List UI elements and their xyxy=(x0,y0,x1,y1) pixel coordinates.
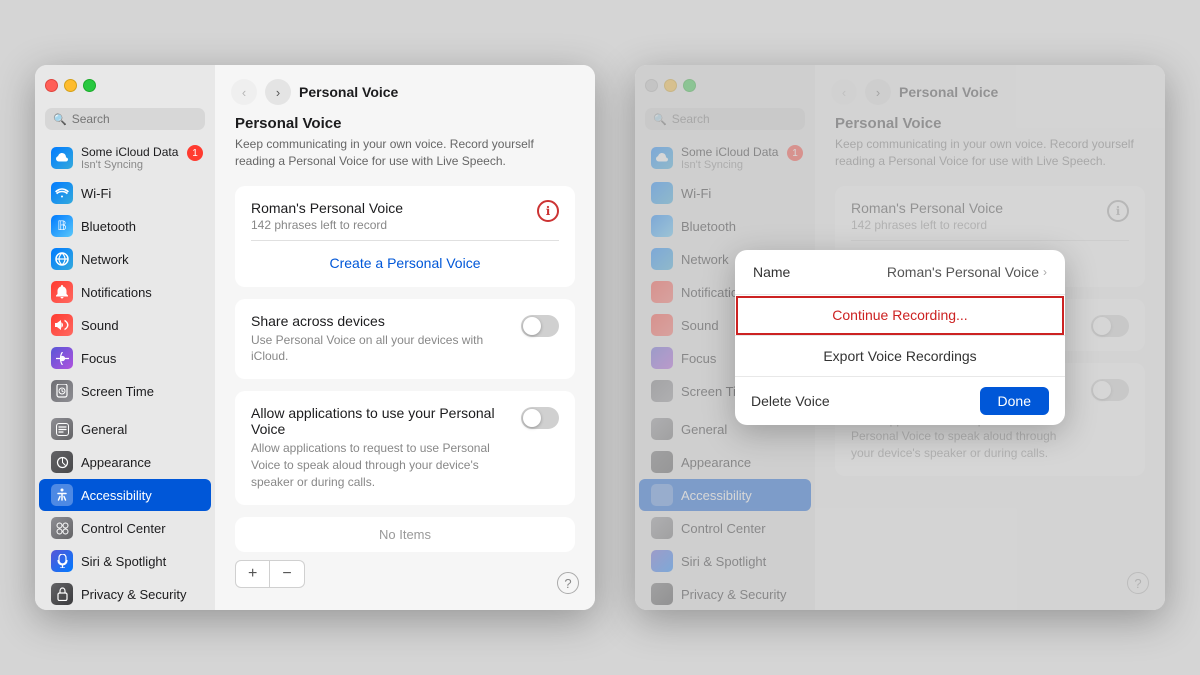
allow-label: Allow applications to use your Personal … xyxy=(251,405,505,437)
controlcenter-icon xyxy=(51,517,73,539)
share-toggle-row: Share across devices Use Personal Voice … xyxy=(251,313,559,366)
window-title-left: Personal Voice xyxy=(299,84,398,100)
bluetooth-label: Bluetooth xyxy=(81,219,136,234)
voice-card-left: Roman's Personal Voice 142 phrases left … xyxy=(235,186,575,287)
allow-text: Allow applications to use your Personal … xyxy=(251,405,505,490)
allow-toggle-row: Allow applications to use your Personal … xyxy=(251,405,559,490)
section-title-left: Personal Voice xyxy=(235,115,575,132)
share-desc: Use Personal Voice on all your devices w… xyxy=(251,332,505,366)
wifi-icon xyxy=(51,182,73,204)
voice-info-left: Roman's Personal Voice 142 phrases left … xyxy=(251,200,403,232)
sidebar-item-appearance[interactable]: Appearance xyxy=(39,446,211,478)
sidebar-item-icloud[interactable]: Some iCloud Data Isn't Syncing 1 xyxy=(39,140,211,176)
export-recordings-btn[interactable]: Export Voice Recordings xyxy=(735,336,1065,377)
share-label: Share across devices xyxy=(251,313,505,329)
notifications-label: Notifications xyxy=(81,285,152,300)
icloud-sub: Isn't Syncing xyxy=(81,159,178,171)
back-button-left[interactable]: ‹ xyxy=(231,79,257,105)
dialog-overlay: Name Roman's Personal Voice › Continue R… xyxy=(635,65,1165,610)
siri-label: Siri & Spotlight xyxy=(81,554,166,569)
privacy-icon xyxy=(51,583,73,605)
search-box-left[interactable]: 🔍 xyxy=(45,108,205,130)
traffic-light-green[interactable] xyxy=(83,79,96,92)
icloud-text: Some iCloud Data Isn't Syncing xyxy=(81,145,178,171)
screentime-label: Screen Time xyxy=(81,384,154,399)
chevron-right-icon: › xyxy=(1043,265,1047,279)
done-btn[interactable]: Done xyxy=(980,387,1049,415)
notifications-icon xyxy=(51,281,73,303)
sidebar-item-controlcenter[interactable]: Control Center xyxy=(39,512,211,544)
sidebar-item-sound[interactable]: Sound xyxy=(39,309,211,341)
focus-label: Focus xyxy=(81,351,116,366)
right-window: 🔍 Some iCloud Data Isn't Syncing 1 Wi-Fi… xyxy=(635,65,1165,610)
sidebar-item-network[interactable]: Network xyxy=(39,243,211,275)
content-body-left: Personal Voice Keep communicating in you… xyxy=(215,115,595,608)
sidebar-item-accessibility[interactable]: Accessibility xyxy=(39,479,211,511)
section-desc-left: Keep communicating in your own voice. Re… xyxy=(235,136,575,170)
voice-item-left: Roman's Personal Voice 142 phrases left … xyxy=(251,200,559,232)
sidebar-item-screentime[interactable]: Screen Time xyxy=(39,375,211,407)
allow-desc: Allow applications to request to use Per… xyxy=(251,440,505,490)
controlcenter-label: Control Center xyxy=(81,521,166,536)
network-label: Network xyxy=(81,252,129,267)
general-icon xyxy=(51,418,73,440)
traffic-light-red[interactable] xyxy=(45,79,58,92)
search-icon: 🔍 xyxy=(53,113,67,126)
general-label: General xyxy=(81,422,127,437)
delete-voice-btn[interactable]: Delete Voice xyxy=(751,393,830,409)
dialog-box: Name Roman's Personal Voice › Continue R… xyxy=(735,250,1065,425)
dialog-name-label: Name xyxy=(753,264,790,280)
privacy-label: Privacy & Security xyxy=(81,587,186,602)
icloud-badge: 1 xyxy=(187,145,203,161)
focus-icon xyxy=(51,347,73,369)
no-items-bar-left: No Items xyxy=(235,517,575,552)
allow-card-left: Allow applications to use your Personal … xyxy=(235,391,575,504)
allow-toggle[interactable] xyxy=(521,407,559,429)
titlebar-left: ‹ › Personal Voice xyxy=(215,65,595,115)
dialog-name-row: Name Roman's Personal Voice › xyxy=(735,250,1065,295)
dialog-name-value[interactable]: Roman's Personal Voice › xyxy=(887,264,1047,280)
sound-icon xyxy=(51,314,73,336)
voice-name-left: Roman's Personal Voice xyxy=(251,200,403,216)
remove-btn-left[interactable]: − xyxy=(270,560,304,588)
help-btn-left[interactable]: ? xyxy=(557,572,579,594)
icloud-label: Some iCloud Data xyxy=(81,145,178,159)
divider-left xyxy=(251,240,559,241)
voice-sub-left: 142 phrases left to record xyxy=(251,218,403,232)
sidebar-item-bluetooth[interactable]: 𝔹 Bluetooth xyxy=(39,210,211,242)
appearance-label: Appearance xyxy=(81,455,151,470)
share-card-left: Share across devices Use Personal Voice … xyxy=(235,299,575,380)
accessibility-icon xyxy=(51,484,73,506)
wifi-label: Wi-Fi xyxy=(81,186,111,201)
sidebar-item-notifications[interactable]: Notifications xyxy=(39,276,211,308)
sidebar-item-focus[interactable]: Focus xyxy=(39,342,211,374)
create-personal-voice-btn-left[interactable]: Create a Personal Voice xyxy=(251,249,559,273)
bluetooth-icon: 𝔹 xyxy=(51,215,73,237)
info-icon-left[interactable]: ℹ xyxy=(537,200,559,222)
add-remove-btns-left: + − xyxy=(235,560,575,588)
add-btn-left[interactable]: + xyxy=(235,560,270,588)
icloud-icon xyxy=(51,147,73,169)
main-content-left: ‹ › Personal Voice Personal Voice Keep c… xyxy=(215,65,595,610)
appearance-icon xyxy=(51,451,73,473)
screentime-icon xyxy=(51,380,73,402)
sound-label: Sound xyxy=(81,318,119,333)
sidebar-item-siri[interactable]: Siri & Spotlight xyxy=(39,545,211,577)
traffic-light-yellow[interactable] xyxy=(64,79,77,92)
dialog-voice-name: Roman's Personal Voice xyxy=(887,264,1039,280)
sidebar-item-privacy[interactable]: Privacy & Security xyxy=(39,578,211,610)
sidebar-left: 🔍 Some iCloud Data Isn't Syncing 1 Wi-Fi… xyxy=(35,65,215,610)
search-input-left[interactable] xyxy=(72,112,197,126)
network-icon xyxy=(51,248,73,270)
dialog-footer: Delete Voice Done xyxy=(735,377,1065,425)
forward-button-left[interactable]: › xyxy=(265,79,291,105)
sidebar-item-general[interactable]: General xyxy=(39,413,211,445)
sidebar-item-wifi[interactable]: Wi-Fi xyxy=(39,177,211,209)
left-window: 🔍 Some iCloud Data Isn't Syncing 1 Wi-Fi… xyxy=(35,65,595,610)
share-text: Share across devices Use Personal Voice … xyxy=(251,313,505,366)
continue-recording-btn[interactable]: Continue Recording... xyxy=(735,295,1065,336)
accessibility-label: Accessibility xyxy=(81,488,152,503)
share-toggle[interactable] xyxy=(521,315,559,337)
siri-icon xyxy=(51,550,73,572)
